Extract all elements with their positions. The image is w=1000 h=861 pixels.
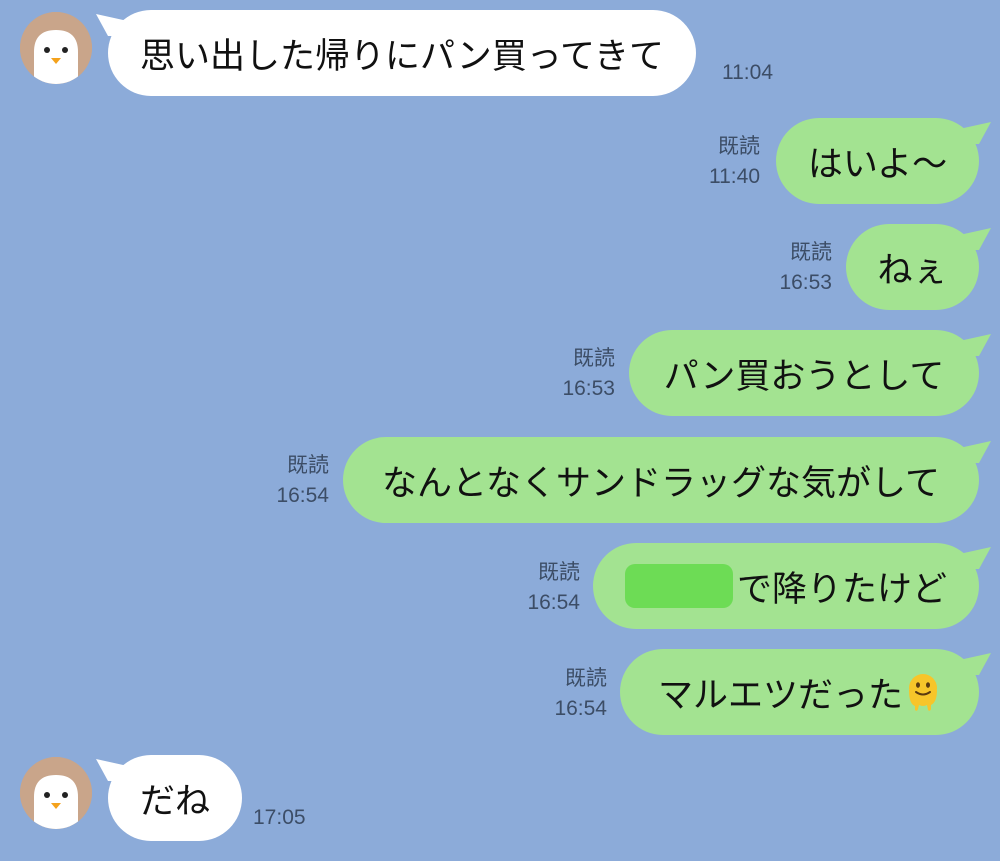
message-bubble-incoming[interactable]: だね <box>108 755 243 841</box>
message-time: 16:54 <box>554 697 607 720</box>
read-receipt: 既読 <box>790 241 832 264</box>
message-meta: 既読 16:54 <box>276 451 329 511</box>
message-time: 11:40 <box>709 165 760 188</box>
message-meta: 既読 16:53 <box>779 238 832 298</box>
message-time: 16:53 <box>562 377 615 400</box>
penguin-avatar-icon <box>20 12 92 84</box>
message-text: 思い出した帰りにパン買ってきて <box>140 36 664 77</box>
message-meta: 既読 11:40 <box>709 132 760 192</box>
message-text: ねぇ <box>877 250 948 291</box>
message-meta: 17:05 <box>253 803 306 833</box>
message-bubble-incoming[interactable]: 思い出した帰りにパン買ってきて <box>108 10 696 96</box>
read-receipt: 既読 <box>573 347 615 370</box>
penguin-avatar-icon <box>20 757 92 829</box>
message-text: はいよ〜 <box>807 144 948 185</box>
contact-avatar[interactable] <box>20 12 92 84</box>
read-receipt: 既読 <box>565 667 607 690</box>
message-meta: 既読 16:53 <box>562 344 615 404</box>
message-text: パン買おうとして <box>663 356 945 397</box>
melting-face-emoji <box>905 672 941 712</box>
message-bubble-outgoing[interactable]: ねぇ <box>846 224 979 310</box>
message-bubble-outgoing[interactable]: はいよ〜 <box>776 118 979 204</box>
message-time: 17:05 <box>253 806 306 829</box>
read-receipt: 既読 <box>718 135 760 158</box>
message-text: だね <box>140 781 211 822</box>
message-time: 16:53 <box>779 271 832 294</box>
message-time: 16:54 <box>527 591 580 614</box>
read-receipt: 既読 <box>287 454 329 477</box>
message-text: で降りたけど <box>736 569 947 610</box>
message-meta: 11:04 <box>722 58 773 88</box>
message-time: 16:54 <box>276 484 329 507</box>
message-time: 11:04 <box>722 61 773 84</box>
message-text: マルエツだった <box>657 675 903 716</box>
message-meta: 既読 16:54 <box>554 664 607 724</box>
message-text: なんとなくサンドラッグな気がして <box>382 463 940 504</box>
redacted-block <box>625 564 733 608</box>
message-bubble-outgoing[interactable]: マルエツだった <box>620 649 979 735</box>
read-receipt: 既読 <box>538 561 580 584</box>
message-meta: 既読 16:54 <box>527 558 580 618</box>
contact-avatar[interactable] <box>20 757 92 829</box>
message-bubble-outgoing[interactable]: なんとなくサンドラッグな気がして <box>343 437 979 523</box>
message-bubble-outgoing[interactable]: で降りたけど <box>593 543 979 629</box>
message-bubble-outgoing[interactable]: パン買おうとして <box>629 330 979 416</box>
